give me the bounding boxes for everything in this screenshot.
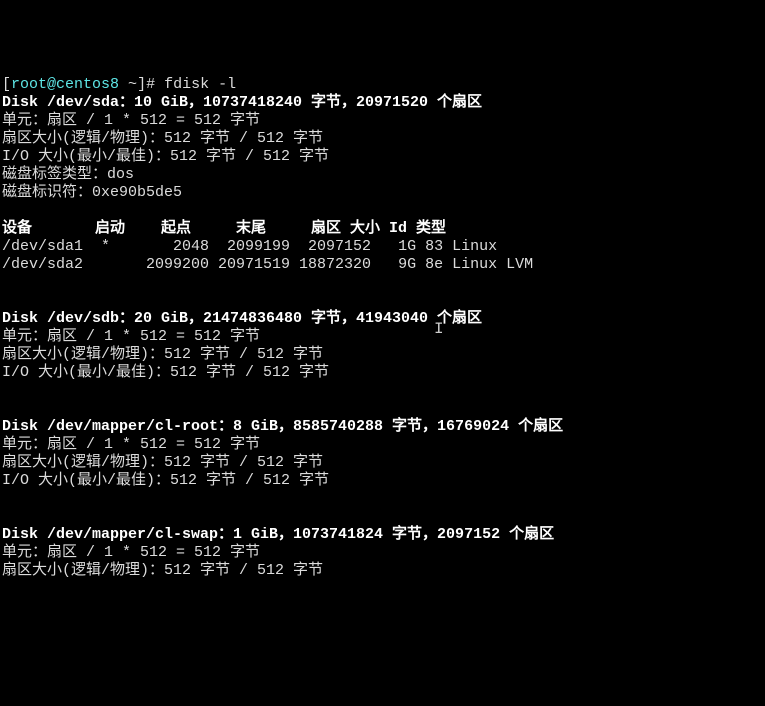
prompt-userhost: root@centos8 (11, 76, 119, 93)
prompt-open: [ (2, 76, 11, 93)
disk-sdb-io: I/O 大小(最小/最佳)：512 字节 / 512 字节 (2, 364, 329, 381)
disk-clroot-unit: 单元：扇区 / 1 * 512 = 512 字节 (2, 436, 260, 453)
disk-sda-labeltype: 磁盘标签类型：dos (2, 166, 134, 183)
prompt-path: ~ (119, 76, 137, 93)
disk-sda-unit: 单元：扇区 / 1 * 512 = 512 字节 (2, 112, 260, 129)
disk-clroot-sector: 扇区大小(逻辑/物理)：512 字节 / 512 字节 (2, 454, 323, 471)
disk-sdb-unit: 单元：扇区 / 1 * 512 = 512 字节 (2, 328, 260, 345)
partition-row-sda1: /dev/sda1 * 2048 2099199 2097152 1G 83 L… (2, 238, 497, 255)
prompt-close: ]# (137, 76, 164, 93)
disk-sdb-sector: 扇区大小(逻辑/物理)：512 字节 / 512 字节 (2, 346, 323, 363)
partition-table-header: 设备 启动 起点 末尾 扇区 大小 Id 类型 (2, 220, 446, 237)
disk-sda-identifier: 磁盘标识符：0xe90b5de5 (2, 184, 182, 201)
text-cursor-icon: I (434, 320, 444, 338)
partition-row-sda2: /dev/sda2 2099200 20971519 18872320 9G 8… (2, 256, 533, 273)
terminal-output[interactable]: [root@centos8 ~]# fdisk -l Disk /dev/sda… (2, 76, 763, 580)
disk-sda-header: Disk /dev/sda：10 GiB，10737418240 字节，2097… (2, 94, 482, 111)
disk-clroot-header: Disk /dev/mapper/cl-root：8 GiB，858574028… (2, 418, 563, 435)
disk-sdb-header: Disk /dev/sdb：20 GiB，21474836480 字节，4194… (2, 310, 482, 327)
disk-sda-io: I/O 大小(最小/最佳)：512 字节 / 512 字节 (2, 148, 329, 165)
disk-clswap-unit: 单元：扇区 / 1 * 512 = 512 字节 (2, 544, 260, 561)
disk-sda-sector: 扇区大小(逻辑/物理)：512 字节 / 512 字节 (2, 130, 323, 147)
command-text: fdisk -l (164, 76, 236, 93)
disk-clswap-header: Disk /dev/mapper/cl-swap：1 GiB，107374182… (2, 526, 554, 543)
disk-clswap-sector: 扇区大小(逻辑/物理)：512 字节 / 512 字节 (2, 562, 323, 579)
disk-clroot-io: I/O 大小(最小/最佳)：512 字节 / 512 字节 (2, 472, 329, 489)
